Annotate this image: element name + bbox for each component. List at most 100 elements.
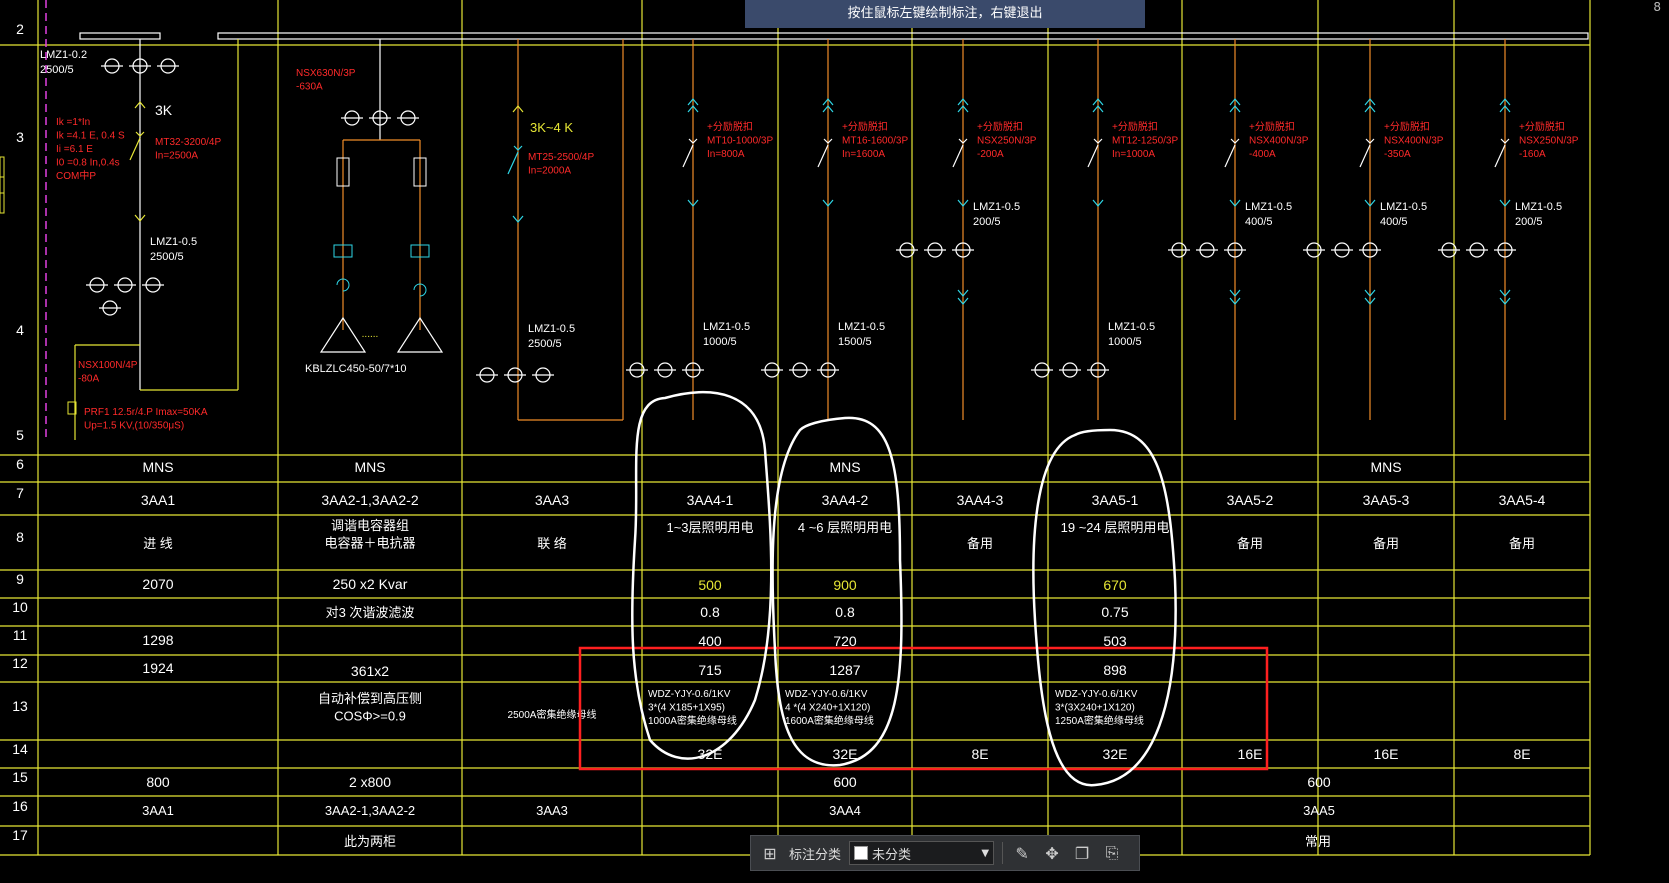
protection-settings: Ik =1*In Ik =4.1 E, 0.4 S Ii =6.1 E I0 =0.8… [56, 117, 125, 182]
left-edge-marker [0, 156, 5, 194]
circuit-purpose: 备用 [1373, 536, 1399, 551]
breaker-blade [1224, 144, 1236, 168]
tie-ct-label: LMZ1-0.5 2500/5 [528, 323, 575, 350]
row-number: 16 [12, 798, 28, 814]
cable-spec: WDZ-YJY-0.6/1KV 3*(3X240+1X120) 1250A密集绝缘母… [1055, 689, 1144, 727]
installed-capacity: 900 [833, 577, 857, 593]
cabinet-ref: 3AA5 [1303, 803, 1335, 818]
grid-apps-icon[interactable]: ⊞ [759, 842, 781, 864]
feeder-ct-label: LMZ1-0.5 200/5 [1515, 201, 1562, 228]
chevron-down-icon: ▼ [981, 847, 990, 859]
draw-hint-banner: 按住鼠标左键绘制标注，右键退出 [745, 0, 1145, 28]
category-selected-value: 未分类 [872, 847, 912, 863]
corner-mark: 8 [1653, 0, 1661, 14]
circuit-purpose: 4 ~6 层照明用电 [798, 520, 892, 535]
cabinet-ref: 3AA1 [142, 803, 174, 818]
feeder-ct-label: LMZ1-0.5 200/5 [973, 201, 1020, 228]
row-number: 10 [12, 599, 28, 615]
circuit-purpose: 备用 [1237, 536, 1263, 551]
installed-capacity: 250 x2 Kvar [333, 576, 408, 592]
circuit-purpose: 备用 [967, 536, 993, 551]
move-icon[interactable]: ✥ [1041, 842, 1063, 864]
installed-capacity: 500 [698, 577, 722, 593]
cabinet-number: 3AA5-2 [1227, 492, 1274, 508]
calculated-current: 715 [698, 662, 722, 678]
module-size: 16E [1238, 746, 1263, 762]
breaker-blade [682, 144, 694, 168]
row-number: 17 [12, 827, 28, 843]
cap-breaker-label: NSX630N/3P -630A [296, 68, 356, 93]
circuit-purpose: 19 ~24 层照明用电 [1061, 520, 1170, 535]
circuit-purpose: 调谐电容器组电容器＋电抗器 [324, 518, 415, 551]
feeder-breaker-label: +分励脱扣 MT12-1250/3P In=1000A [1112, 120, 1178, 160]
calculated-load: 503 [1103, 633, 1127, 649]
feeder-breaker-label: +分励脱扣 NSX400N/3P -400A [1249, 120, 1309, 160]
breaker-blade [507, 151, 519, 175]
cap-bank-label: KBLZLC450-50/7*10 [305, 363, 407, 375]
feeder-breaker-label: +分励脱扣 MT16-1600/3P In=1600A [842, 120, 908, 160]
calculated-current: 361x2 [351, 663, 389, 679]
row-number: 4 [16, 322, 24, 338]
cad-drawing-canvas[interactable]: 2 3 4 5 6 7 8 9 10 11 12 13 14 15 16 17 LMZ1-0.2 2500/5 3K… [0, 0, 1669, 883]
incomer-breaker-label: MT32-3200/4P In=2500A [155, 137, 221, 162]
copy-icon[interactable]: ❐ [1071, 842, 1093, 864]
remark: 此为两柜 [344, 834, 396, 849]
feeder-breaker-label: +分励脱扣 NSX250N/3P -160A [1519, 120, 1579, 160]
calculated-current: 1287 [829, 662, 860, 678]
cabinet-width: 800 [146, 774, 170, 790]
breaker-blade [1087, 144, 1099, 168]
feeder-breaker-label: +分励脱扣 NSX250N/3P -200A [977, 120, 1037, 160]
circuit-purpose: 联 络 [537, 536, 567, 551]
row-number: 2 [16, 21, 24, 37]
ct-top-label: LMZ1-0.2 2500/5 [40, 49, 87, 76]
circuit-purpose: 1~3层照明用电 [666, 520, 753, 535]
feeder-ct-label: LMZ1-0.5 1000/5 [703, 321, 750, 348]
remark: 常用 [1305, 834, 1331, 849]
demand-factor: 0.75 [1101, 604, 1128, 620]
cabinet-number: 3AA5-3 [1363, 492, 1410, 508]
paste-icon[interactable]: ⎘ [1101, 842, 1123, 864]
cabinet-type: MNS [354, 459, 385, 475]
edit-icon[interactable]: ✎ [1011, 842, 1033, 864]
feeder-ct-label: LMZ1-0.5 400/5 [1245, 201, 1292, 228]
cabinet-number: 3AA4-1 [687, 492, 734, 508]
row-number: 8 [16, 529, 24, 545]
cabinet-width: 600 [1307, 774, 1331, 790]
cable-spec: WDZ-YJY-0.6/1KV 3*(4 X185+1X95) 1000A密集绝缘母… [648, 689, 737, 727]
cabinet-number: 3AA4-3 [957, 492, 1004, 508]
main-busbar [217, 32, 1589, 40]
annotation-category-select[interactable]: 未分类 ▼ [849, 841, 995, 865]
row-number: 6 [16, 456, 24, 472]
row-number: 15 [12, 769, 28, 785]
tie-k-label: 3K~4 K [530, 120, 573, 135]
cabinet-ref: 3AA4 [829, 803, 861, 818]
row-number: 12 [12, 655, 28, 671]
cabinet-number: 3AA2-1,3AA2-2 [321, 492, 418, 508]
installed-capacity: 2070 [142, 576, 173, 592]
feeder-breaker-label: +分励脱扣 NSX400N/3P -350A [1384, 120, 1444, 160]
busbar-left [79, 32, 161, 40]
cabinet-type: MNS [142, 459, 173, 475]
calculated-current: 898 [1103, 662, 1127, 678]
demand-factor: 0.8 [700, 604, 720, 620]
row-number: 13 [12, 698, 28, 714]
cable-spec: WDZ-YJY-0.6/1KV 4 *(4 X240+1X120) 1600A密集绝… [785, 689, 874, 727]
spd-label: PRF1 12.5r/4.P Imax=50KA Up=1.5 KV,(10/35… [84, 407, 208, 432]
busway-label: 2500A密集绝缘母线 [508, 708, 597, 721]
feeder-breaker-label: +分励脱扣 MT10-1000/3P In=800A [707, 120, 773, 160]
cabinet-number: 3AA5-1 [1092, 492, 1139, 508]
calculated-current: 1924 [142, 660, 173, 676]
module-size: 8E [1513, 746, 1530, 762]
breaker-blade [129, 137, 141, 161]
cabinet-number: 3AA3 [535, 492, 569, 508]
module-size: 16E [1374, 746, 1399, 762]
row-number: 11 [13, 627, 28, 643]
row-number: 7 [16, 485, 24, 501]
cabinet-ref: 3AA3 [536, 803, 568, 818]
breaker-blade [1494, 144, 1506, 168]
tie-breaker-label: MT25-2500/4P In=2000A [528, 152, 594, 177]
left-edge-marker [0, 176, 5, 214]
category-checkbox-icon [854, 846, 869, 860]
row-number: 5 [16, 427, 24, 443]
incomer-ct-label: LMZ1-0.5 2500/5 [150, 236, 197, 263]
